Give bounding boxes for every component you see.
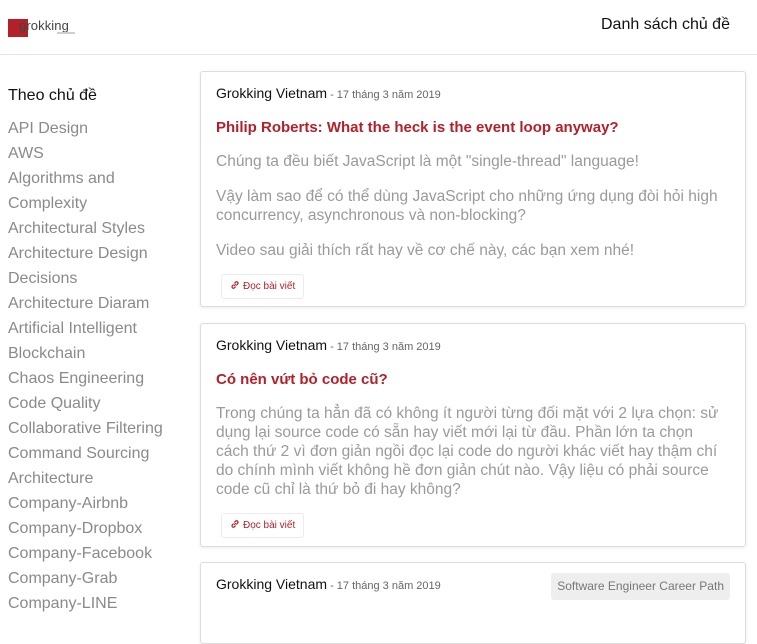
sidebar-item-code-quality[interactable]: Code Quality — [8, 391, 188, 416]
post-title[interactable]: Có nên vứt bỏ code cũ? — [216, 370, 730, 390]
sidebar-item-blockchain[interactable]: Blockchain — [8, 341, 188, 366]
sidebar-item-architecture-design-decisions[interactable]: Architecture Design Decisions — [8, 241, 188, 291]
post-paragraph: Video sau giải thích rất hay về cơ chế n… — [216, 242, 635, 259]
sidebar-item-collaborative-filtering[interactable]: Collaborative Filtering — [8, 416, 188, 441]
post-paragraph: Trong chúng ta hẳn đã có không ít người … — [216, 405, 719, 498]
sidebar-item-architectural-styles[interactable]: Architectural Styles — [8, 216, 188, 241]
post-author[interactable]: Grokking Vietnam — [216, 576, 327, 592]
post-author[interactable]: Grokking Vietnam — [216, 85, 327, 101]
post-date: - 17 tháng 3 năm 2019 — [327, 580, 441, 592]
read-article-label: Đọc bài viết — [243, 281, 296, 292]
sidebar-item-company-grab[interactable]: Company-Grab — [8, 566, 188, 591]
post-date: - 17 tháng 3 năm 2019 — [327, 89, 441, 101]
post-tag-badge[interactable]: Software Engineer Career Path — [551, 573, 730, 600]
sidebar-item-chaos-engineering[interactable]: Chaos Engineering — [8, 366, 188, 391]
sidebar-item-architecture-diaram[interactable]: Architecture Diaram — [8, 291, 188, 316]
top-header: grokking Danh sách chủ đề — [0, 0, 757, 55]
sidebar-item-aws[interactable]: AWS — [8, 141, 188, 166]
sidebar-item-command-sourcing[interactable]: Command Sourcing Architecture — [8, 441, 188, 491]
post-excerpt: Chúng ta đều biết JavaScript là một "sin… — [216, 152, 730, 260]
post-card: Grokking Vietnam - 17 tháng 3 năm 2019 S… — [200, 562, 746, 644]
sidebar-item-api-design[interactable]: API Design — [8, 116, 188, 141]
post-paragraph: Chúng ta đều biết JavaScript là một "sin… — [216, 153, 639, 170]
logo-text: grokking — [19, 18, 69, 33]
sidebar-item-company-dropbox[interactable]: Company-Dropbox — [8, 516, 188, 541]
post-excerpt: Trong chúng ta hẳn đã có không ít người … — [216, 404, 730, 499]
read-article-button[interactable]: Đọc bài viết — [221, 274, 305, 299]
post-card: Grokking Vietnam - 17 tháng 3 năm 2019 P… — [200, 71, 746, 307]
post-paragraph: Vậy làm sao để có thể dùng JavaScript ch… — [216, 188, 718, 224]
post-meta: Grokking Vietnam - 17 tháng 3 năm 2019 — [216, 84, 730, 102]
link-icon — [231, 520, 239, 528]
sidebar-item-artificial-intelligent[interactable]: Artificial Intelligent — [8, 316, 188, 341]
sidebar-item-company-line[interactable]: Company-LINE — [8, 591, 188, 616]
site-logo[interactable]: grokking — [8, 18, 78, 38]
post-date: - 17 tháng 3 năm 2019 — [327, 341, 441, 353]
topics-list-link[interactable]: Danh sách chủ đề — [601, 16, 730, 34]
sidebar-item-company-facebook[interactable]: Company-Facebook — [8, 541, 188, 566]
read-article-label: Đọc bài viết — [243, 520, 296, 531]
sidebar-item-company-airbnb[interactable]: Company-Airbnb — [8, 491, 188, 516]
read-article-button[interactable]: Đọc bài viết — [221, 513, 305, 538]
sidebar-title: Theo chủ đề — [8, 87, 97, 104]
logo-subline — [57, 32, 75, 34]
sidebar-item-algorithms[interactable]: Algorithms and Complexity — [8, 166, 188, 216]
sidebar: Theo chủ đề API Design AWS Algorithms an… — [8, 86, 188, 616]
post-title[interactable]: Philip Roberts: What the heck is the eve… — [216, 118, 730, 138]
post-author[interactable]: Grokking Vietnam — [216, 337, 327, 353]
link-icon — [231, 281, 239, 289]
post-card: Grokking Vietnam - 17 tháng 3 năm 2019 C… — [200, 323, 746, 547]
post-meta: Grokking Vietnam - 17 tháng 3 năm 2019 — [216, 336, 730, 354]
